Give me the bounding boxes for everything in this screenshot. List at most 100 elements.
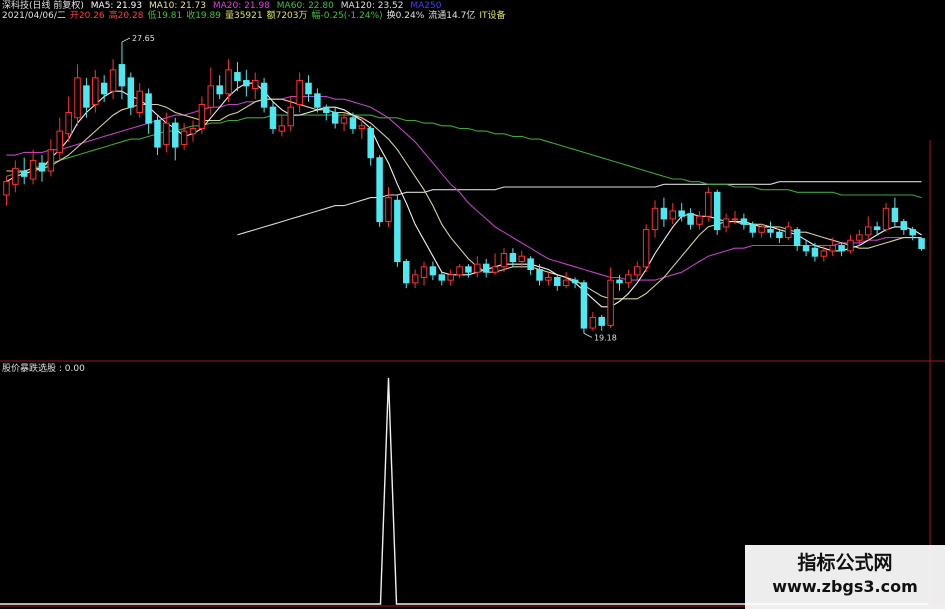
- candle-body: [92, 77, 99, 106]
- candle-body: [713, 191, 721, 231]
- annotation-leader: [583, 333, 593, 338]
- candle: [491, 253, 499, 275]
- candle-body: [136, 90, 143, 113]
- candle-body: [767, 229, 774, 233]
- candle: [767, 221, 774, 238]
- candle: [482, 258, 490, 278]
- annotation-leader: [121, 37, 131, 43]
- candle-body: [580, 282, 588, 329]
- candle-body: [394, 199, 401, 263]
- candle-body: [411, 274, 419, 284]
- candle: [109, 59, 117, 100]
- candle-body: [864, 226, 872, 236]
- candle: [660, 197, 668, 227]
- candle: [545, 272, 552, 286]
- candle-body: [500, 253, 508, 268]
- candle-body: [758, 226, 765, 233]
- candle-body: [571, 279, 579, 284]
- candle-body: [562, 279, 570, 286]
- ma120-line: [237, 181, 922, 236]
- candle: [580, 280, 588, 334]
- candle: [136, 83, 143, 118]
- candle-body: [838, 245, 845, 252]
- quote-close: 收19.89: [186, 11, 221, 21]
- candle: [722, 213, 730, 233]
- watermark: 指标公式网 www.zbgs3.com: [745, 545, 945, 609]
- candle-body: [38, 162, 46, 172]
- candle: [562, 272, 570, 289]
- candle-body: [56, 130, 64, 153]
- candle-body: [65, 111, 72, 135]
- candle: [47, 139, 55, 177]
- candle: [305, 75, 312, 102]
- candle: [838, 242, 845, 257]
- candle: [402, 258, 410, 289]
- candle: [385, 187, 392, 227]
- candle-body: [376, 157, 383, 223]
- candle: [776, 229, 783, 243]
- candle: [56, 117, 64, 161]
- candle-body: [598, 316, 605, 326]
- quote-amount: 额7203万: [266, 11, 308, 21]
- candle: [216, 75, 223, 100]
- quote-turnover: 换0.24%: [386, 11, 425, 21]
- candle-body: [465, 266, 472, 273]
- candle: [900, 218, 908, 235]
- annotation-low: 19.18: [594, 333, 617, 342]
- candle-body: [180, 130, 188, 145]
- quote-high: 高20.28: [108, 11, 144, 21]
- candle-body: [642, 229, 650, 268]
- candle: [367, 125, 374, 166]
- candle-body: [545, 276, 552, 281]
- candle: [802, 240, 810, 257]
- candle-body: [225, 69, 232, 95]
- candle-body: [687, 213, 694, 225]
- candle: [323, 104, 330, 121]
- candle-body: [625, 274, 632, 284]
- ma-item-1: MA10: 21.73: [148, 1, 206, 11]
- candle-body: [3, 181, 10, 196]
- candle: [278, 115, 286, 137]
- candle: [740, 213, 748, 230]
- candle: [251, 72, 259, 100]
- candle-body: [891, 207, 899, 223]
- candle: [864, 216, 872, 241]
- candle: [651, 200, 659, 238]
- candle-body: [323, 106, 330, 113]
- candle-body: [829, 245, 836, 252]
- stock-name: 深科技(日线 前复权): [2, 1, 84, 11]
- candle: [918, 238, 925, 251]
- candle: [145, 88, 152, 134]
- quote-date: 2021/04/06/二: [2, 11, 66, 21]
- candle-body: [340, 117, 348, 124]
- candle-body: [731, 218, 739, 221]
- candle: [438, 272, 446, 286]
- candle-body: [243, 80, 250, 87]
- candle: [749, 221, 757, 238]
- candle: [20, 157, 28, 185]
- candle-body: [509, 253, 517, 263]
- candle: [456, 264, 463, 278]
- price-annotations: 27.65 19.18: [121, 34, 617, 342]
- candle: [554, 274, 561, 291]
- candle-body: [100, 82, 108, 95]
- candle: [465, 264, 472, 278]
- candle-body: [12, 167, 19, 185]
- candle-body: [696, 215, 703, 225]
- candle-body: [109, 69, 117, 92]
- moving-average-lines: [6, 82, 922, 308]
- candle: [269, 101, 277, 134]
- quote-sector: IT设备: [479, 11, 506, 21]
- candle-body: [260, 82, 268, 108]
- header-line-2: 2021/04/06/二 开20.26 高20.28 低19.81 收19.89 量359…: [2, 11, 509, 22]
- candle-body: [589, 316, 597, 329]
- candle: [127, 72, 135, 116]
- candle-body: [367, 127, 374, 159]
- candle: [394, 194, 401, 267]
- candle-body: [740, 218, 748, 225]
- candle-body: [438, 274, 446, 281]
- ma20-line: [6, 95, 922, 281]
- candle: [376, 155, 383, 227]
- candle: [633, 261, 641, 281]
- candle-body: [793, 229, 801, 247]
